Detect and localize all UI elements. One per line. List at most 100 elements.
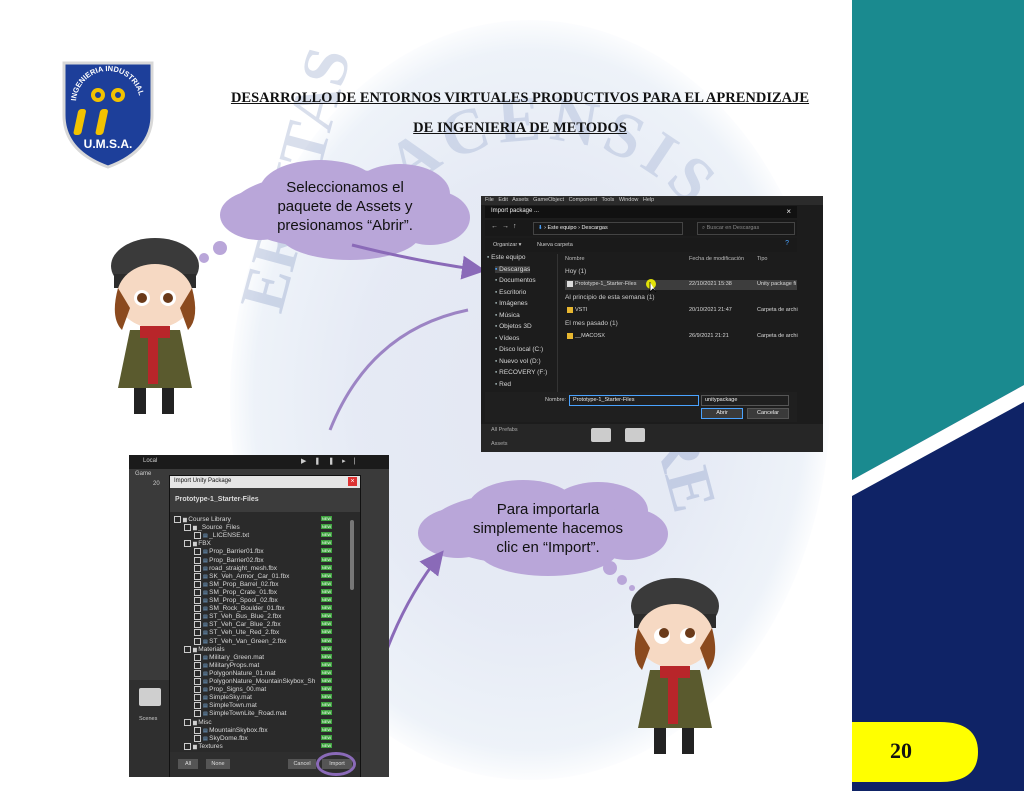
checkbox[interactable] xyxy=(194,548,201,556)
file-row[interactable]: Prototype-1_Starter-Files 22/10/2021 15:3… xyxy=(565,280,797,290)
play-controls-icon[interactable]: ▶❚❚▸| xyxy=(301,457,363,465)
checkbox[interactable] xyxy=(184,718,191,726)
checkbox[interactable] xyxy=(194,637,201,645)
file-group-header[interactable]: Hoy (1) xyxy=(565,268,586,275)
nav-arrows-icon[interactable]: ←→↑ xyxy=(491,223,521,230)
file-group-header[interactable]: El mes pasado (1) xyxy=(565,320,618,327)
tree-file[interactable]: ▤ ST_Veh_Bus_Blue_2.fbx NEW xyxy=(194,613,350,621)
checkbox[interactable] xyxy=(184,540,191,548)
checkbox[interactable] xyxy=(194,588,201,596)
tree-file[interactable]: ▤ Prop_Barrier02.fbx NEW xyxy=(194,556,350,565)
menu-assets[interactable]: Assets xyxy=(512,197,529,203)
checkbox[interactable] xyxy=(194,613,201,621)
checkbox[interactable] xyxy=(194,580,201,588)
checkbox[interactable] xyxy=(184,645,191,653)
checkbox[interactable] xyxy=(194,678,201,685)
sidebar-item[interactable]: ▪ RECOVERY (F:) xyxy=(495,369,547,376)
checkbox[interactable] xyxy=(184,524,191,532)
tree-file[interactable]: ▤ SimpleTownLite_Road.mat NEW xyxy=(194,710,350,718)
menu-window[interactable]: Window xyxy=(619,197,639,203)
checkbox[interactable] xyxy=(194,564,201,572)
sidebar-item[interactable]: ▪ Nuevo vol (D:) xyxy=(495,358,541,365)
checkbox[interactable] xyxy=(194,653,201,661)
organize-button[interactable]: Organizar ▾ xyxy=(493,242,521,248)
sidebar-item[interactable]: ▪ Objetos 3D xyxy=(495,323,532,330)
cancel-button[interactable]: Cancelar xyxy=(747,408,789,419)
game-tab[interactable]: Game xyxy=(135,471,151,477)
file-row[interactable]: VSTI 20/10/2021 21:47 Carpeta de archi xyxy=(565,306,798,316)
menu-file[interactable]: File xyxy=(485,197,494,203)
tree-file[interactable]: ▤ MilitaryProps.mat NEW xyxy=(194,661,350,670)
checkbox[interactable] xyxy=(194,629,201,637)
close-icon[interactable]: × xyxy=(786,207,791,216)
checkbox[interactable] xyxy=(194,556,201,564)
search-input[interactable]: ⌕ Buscar en Descargas xyxy=(697,222,795,235)
filetype-select[interactable]: unitypackage xyxy=(701,395,789,406)
assets-folder[interactable]: Assets xyxy=(491,441,508,447)
tree-file[interactable]: ▤ Military_Green.mat NEW xyxy=(194,653,350,662)
checkbox[interactable] xyxy=(194,597,201,604)
sidebar-item[interactable]: ▪ Descargas xyxy=(495,265,531,273)
tree-file[interactable]: ▤ PolygonNature_MountainSkybox_Sh NEW xyxy=(194,678,350,686)
all-prefabs[interactable]: All Prefabs xyxy=(491,427,518,433)
sidebar-item[interactable]: ▪ Este equipo xyxy=(487,254,525,261)
scrollbar[interactable] xyxy=(350,520,354,590)
tree-folder[interactable]: ▆ FBX NEW xyxy=(184,540,350,548)
tree-file[interactable]: ▤ _LICENSE.txt NEW xyxy=(194,532,350,540)
tree-file[interactable]: ▤ SK_Veh_Armor_Car_01.fbx NEW xyxy=(194,572,350,581)
sidebar-item[interactable]: ▪ Escritorio xyxy=(495,289,526,296)
tree-file[interactable]: ▤ PolygonNature_01.mat NEW xyxy=(194,669,350,678)
tree-file[interactable]: ▤ SM_Rock_Boulder_01.fbx NEW xyxy=(194,605,350,613)
sidebar-item[interactable]: ▪ Vídeos xyxy=(495,335,519,342)
tree-file[interactable]: ▤ SimpleSky.mat NEW xyxy=(194,694,350,702)
tree-file[interactable]: ▤ road_straight_mesh.fbx NEW xyxy=(194,564,350,573)
tree-file[interactable]: ▤ SkyDome.fbx NEW xyxy=(194,734,350,743)
checkbox[interactable] xyxy=(194,661,201,669)
col-date[interactable]: Fecha de modificación xyxy=(689,256,744,262)
tree-file[interactable]: ▤ ST_Veh_Ute_Red_2.fbx NEW xyxy=(194,629,350,637)
none-button[interactable]: None xyxy=(206,759,230,769)
checkbox[interactable] xyxy=(194,572,201,580)
sidebar-item[interactable]: ▪ Disco local (C:) xyxy=(495,346,543,353)
tree-folder[interactable]: ▆ Misc NEW xyxy=(184,718,350,727)
local-toggle[interactable]: Local xyxy=(143,458,157,464)
breadcrumb-descargas[interactable]: Descargas xyxy=(581,225,607,231)
close-icon[interactable]: × xyxy=(348,477,357,486)
checkbox[interactable] xyxy=(194,605,201,613)
file-row[interactable]: __MACOSX 26/9/2021 21:21 Carpeta de archi xyxy=(565,332,798,342)
tree-file[interactable]: ▤ Prop_Barrier01.fbx NEW xyxy=(194,548,350,556)
open-button[interactable]: Abrir xyxy=(701,408,743,419)
checkbox[interactable] xyxy=(194,532,201,540)
help-icon[interactable]: ? xyxy=(785,240,789,247)
tree-folder[interactable]: ▆ Materials NEW xyxy=(184,645,350,654)
col-type[interactable]: Tipo xyxy=(757,256,768,262)
all-button[interactable]: All xyxy=(178,759,198,769)
tree-file[interactable]: ▤ SM_Prop_Barrel_02.fbx NEW xyxy=(194,580,350,589)
tree-file[interactable]: ▤ SM_Prop_Spool_02.fbx NEW xyxy=(194,597,350,605)
checkbox[interactable] xyxy=(194,686,201,694)
tree-file[interactable]: ▤ MountainSkybox.fbx NEW xyxy=(194,726,350,735)
tree-file[interactable]: ▤ Prop_Signs_00.mat NEW xyxy=(194,686,350,694)
checkbox[interactable] xyxy=(194,734,201,742)
checkbox[interactable] xyxy=(194,702,201,710)
menu-help[interactable]: Help xyxy=(643,197,654,203)
sidebar-item[interactable]: ▪ Documentos xyxy=(495,277,536,284)
tree-file[interactable]: ▤ ST_Veh_Van_Green_2.fbx NEW xyxy=(194,637,350,646)
checkbox[interactable] xyxy=(184,742,191,750)
checkbox[interactable] xyxy=(174,516,181,523)
tree-folder[interactable]: ▆ Textures NEW xyxy=(184,742,350,750)
checkbox[interactable] xyxy=(194,694,201,702)
tree-folder[interactable]: ▆ Course Library NEW xyxy=(174,516,350,524)
checkbox[interactable] xyxy=(194,726,201,734)
new-folder-button[interactable]: Nueva carpeta xyxy=(537,242,573,248)
menu-component[interactable]: Component xyxy=(569,197,597,203)
breadcrumb-equipo[interactable]: Este equipo xyxy=(548,225,577,231)
menu-gameobject[interactable]: GameObject xyxy=(533,197,564,203)
checkbox[interactable] xyxy=(194,669,201,677)
tree-file[interactable]: ▤ SM_Prop_Crate_01.fbx NEW xyxy=(194,588,350,597)
col-name[interactable]: Nombre xyxy=(565,256,585,262)
sidebar-item[interactable]: ▪ Música xyxy=(495,312,520,319)
menu-edit[interactable]: Edit xyxy=(498,197,507,203)
file-group-header[interactable]: Al principio de esta semana (1) xyxy=(565,294,655,301)
filename-input[interactable]: Prototype-1_Starter-Files xyxy=(569,395,699,406)
